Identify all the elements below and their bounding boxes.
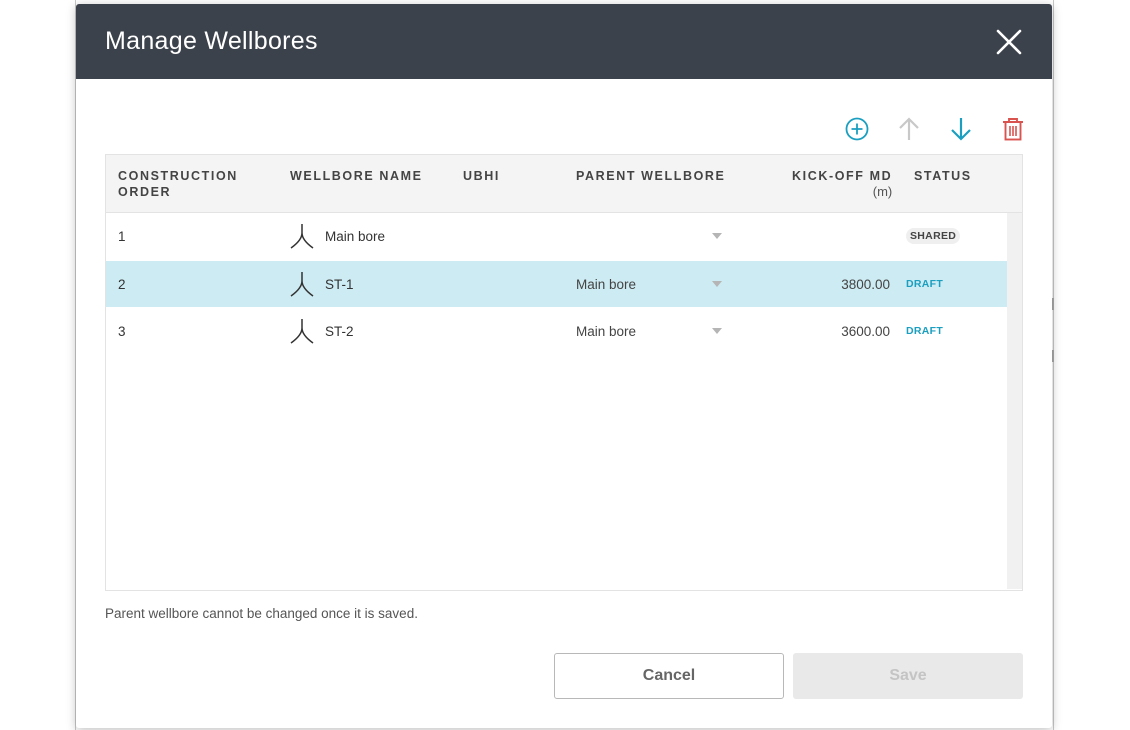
wellbores-grid: CONSTRUCTION ORDER WELLBORE NAME UBHI PA… — [105, 154, 1023, 591]
column-header-kickoff-md[interactable]: KICK-OFF MD (m) — [792, 168, 892, 200]
move-down-button[interactable] — [948, 116, 974, 142]
table-row[interactable]: 2 ST-1 Main bore 3800.00 DRAFT — [106, 261, 1007, 307]
dialog-header: Manage Wellbores — [76, 4, 1052, 79]
close-button[interactable] — [994, 27, 1024, 57]
arrow-down-icon — [951, 118, 971, 141]
wellbore-name-text: ST-1 — [325, 276, 354, 292]
cell-wellbore-name: ST-1 — [289, 261, 354, 307]
dialog-title: Manage Wellbores — [105, 27, 318, 55]
wellbore-icon — [290, 272, 314, 297]
parent-wellbore-value: Main bore — [576, 323, 637, 339]
trash-icon — [1003, 118, 1023, 141]
column-header-status[interactable]: STATUS — [914, 168, 972, 184]
column-header-ubhi[interactable]: UBHI — [463, 168, 500, 184]
kickoff-md-label: KICK-OFF MD — [792, 169, 893, 183]
close-icon — [996, 29, 1022, 54]
cell-kickoff-md: 3600.00 — [841, 323, 890, 339]
delete-wellbore-button[interactable] — [1000, 116, 1026, 142]
kickoff-md-unit: (m) — [872, 184, 893, 199]
background-left-panel — [0, 0, 76, 730]
cell-kickoff-md: 3800.00 — [841, 276, 890, 292]
manage-wellbores-dialog: Manage Wellbores CONSTRUCTION ORDER WELL… — [76, 4, 1052, 728]
save-button[interactable]: Save — [793, 653, 1023, 699]
cell-construction-order: 1 — [118, 228, 126, 244]
dropdown-caret-icon — [712, 328, 722, 334]
arrow-up-icon — [899, 117, 919, 140]
grid-header: CONSTRUCTION ORDER WELLBORE NAME UBHI PA… — [106, 155, 1022, 213]
cancel-button[interactable]: Cancel — [554, 653, 784, 699]
parent-wellbore-value: Main bore — [576, 276, 637, 292]
parent-wellbore-select[interactable] — [576, 213, 722, 259]
status-badge: DRAFT — [906, 325, 944, 337]
cell-status: SHARED — [906, 213, 961, 259]
table-row[interactable]: 3 ST-2 Main bore 3600.00 DRAFT — [106, 308, 1007, 354]
cell-kickoff-md — [786, 213, 890, 259]
parent-wellbore-select[interactable]: Main bore — [576, 308, 722, 354]
cell-wellbore-name: Main bore — [289, 213, 385, 259]
cell-construction-order: 3 — [118, 323, 126, 339]
wellbore-icon — [290, 224, 314, 249]
wellbore-icon — [290, 319, 314, 344]
vertical-scrollbar[interactable] — [1007, 213, 1022, 589]
background-right-panel — [1054, 0, 1130, 730]
add-wellbore-button[interactable] — [844, 116, 870, 142]
parent-wellbore-select[interactable]: Main bore — [576, 261, 722, 307]
cell-status: DRAFT — [906, 261, 943, 307]
wellbore-name-text: Main bore — [325, 228, 386, 244]
add-circle-icon — [845, 117, 869, 141]
column-header-parent-wellbore[interactable]: PARENT WELLBORE — [576, 168, 725, 184]
dropdown-caret-icon — [712, 281, 722, 287]
grid-toolbar — [844, 116, 1026, 142]
column-header-construction-order[interactable]: CONSTRUCTION ORDER — [118, 168, 258, 200]
move-up-button[interactable] — [896, 116, 922, 142]
cell-status: DRAFT — [906, 308, 943, 354]
dropdown-caret-icon — [712, 233, 722, 239]
background-divider-right — [1053, 0, 1054, 730]
status-badge: SHARED — [906, 228, 961, 244]
wellbore-name-text: ST-2 — [325, 323, 354, 339]
grid-body: 1 Main bore SHARED 2 ST-1 Main bore 3800… — [106, 213, 1022, 589]
status-badge: DRAFT — [906, 278, 944, 290]
parent-wellbore-note: Parent wellbore cannot be changed once i… — [105, 606, 418, 621]
column-header-wellbore-name[interactable]: WELLBORE NAME — [290, 168, 423, 184]
table-row[interactable]: 1 Main bore SHARED — [106, 213, 1007, 259]
cell-wellbore-name: ST-2 — [289, 308, 354, 354]
cell-construction-order: 2 — [118, 276, 126, 292]
